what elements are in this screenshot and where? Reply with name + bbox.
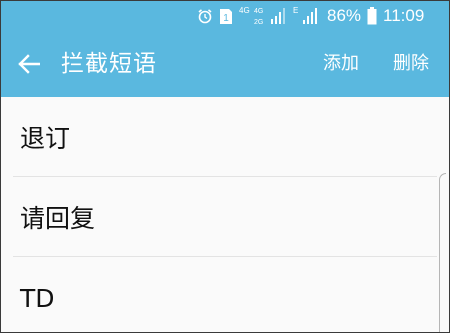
edge-panel-handle[interactable] [439,173,446,332]
phrase-list: 退订 请回复 TD [1,97,449,332]
net-type-1: 4G [239,6,250,15]
add-button[interactable]: 添加 [323,31,359,97]
status-icons: 1 4G 4G 2G E 86% 11:09 [197,1,424,31]
list-item[interactable]: TD [1,257,449,332]
app-bar: 拦截短语 添加 删除 [1,31,449,97]
signal-4g-icon: 4G 4G 2G [239,4,287,28]
net-type-3: 2G [254,19,263,26]
status-bar: 1 4G 4G 2G E 86% 11:09 [1,1,449,31]
signal-icon: E [293,4,321,28]
battery-icon [367,7,377,25]
screen: 1 4G 4G 2G E 86% 11:09 拦截短语 添加 删除 退订 请回复… [0,0,450,333]
edge-indicator: E [293,6,298,15]
clock: 11:09 [383,6,425,25]
delete-button[interactable]: 删除 [393,31,429,97]
list-item[interactable]: 请回复 [1,177,449,257]
phrase-label: 退订 [20,124,71,153]
battery-percent: 86% [327,6,362,25]
back-button[interactable] [13,48,45,80]
svg-text:1: 1 [223,13,229,24]
list-item[interactable]: 退订 [1,97,449,177]
phrase-label: TD [20,284,55,313]
sim-1-icon: 1 [219,8,233,25]
phrase-label: 请回复 [20,204,96,233]
arrow-left-icon [18,54,40,74]
alarm-icon [197,8,213,24]
net-type-2: 4G [254,8,263,15]
page-title: 拦截短语 [61,51,157,77]
